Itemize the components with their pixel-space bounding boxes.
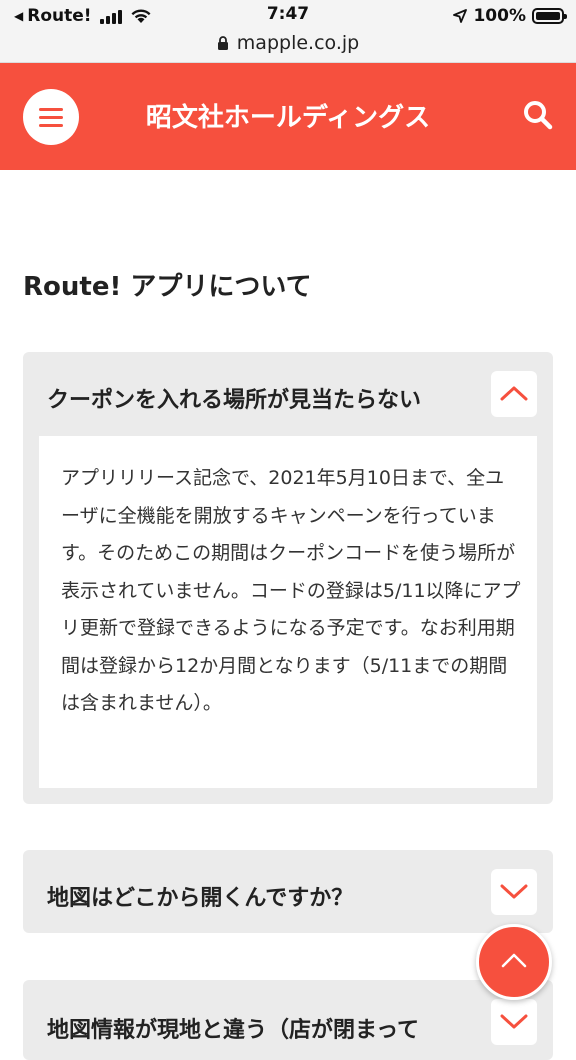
faq-question[interactable]: 地図はどこから開くんですか？ [47, 880, 477, 912]
status-right: 100% [453, 4, 567, 28]
section-title: Route! アプリについて [23, 272, 312, 302]
expand-button[interactable] [491, 999, 537, 1045]
site-title[interactable]: 昭文社ホールディングス [0, 97, 576, 134]
faq-question[interactable]: クーポンを入れる場所が見当たらない [47, 382, 477, 414]
expand-button[interactable] [491, 869, 537, 915]
site-header: 昭文社ホールディングス [0, 63, 576, 170]
location-arrow-icon [453, 9, 468, 23]
chevron-up-icon [500, 386, 528, 401]
faq-item[interactable]: 地図はどこから開くんですか？ [23, 850, 553, 933]
scroll-to-top-button[interactable] [476, 924, 552, 1000]
battery-icon [532, 8, 567, 24]
faq-answer: アプリリリース記念で、2021年5月10日まで、全ユーザに全機能を開放するキャン… [61, 467, 521, 714]
collapse-button[interactable] [491, 371, 537, 417]
status-bar: ◀ Route! 7:47 100% mapple.co.jp [0, 0, 576, 63]
chevron-up-icon [501, 953, 527, 968]
search-icon[interactable] [522, 99, 554, 131]
chevron-down-icon [500, 1014, 528, 1029]
faq-answer-panel: アプリリリース記念で、2021年5月10日まで、全ユーザに全機能を開放するキャン… [39, 436, 537, 788]
lock-icon [217, 36, 228, 50]
faq-item[interactable]: クーポンを入れる場所が見当たらない アプリリリース記念で、2021年5月10日ま… [23, 352, 553, 804]
chevron-down-icon [500, 884, 528, 899]
faq-question[interactable]: 地図情報が現地と違う（店が閉まって [47, 1012, 477, 1044]
url-text[interactable]: mapple.co.jp [237, 32, 359, 54]
address-bar[interactable]: mapple.co.jp [0, 30, 576, 56]
battery-percent: 100% [473, 6, 526, 26]
faq-item[interactable]: 地図情報が現地と違う（店が閉まって [23, 980, 553, 1060]
